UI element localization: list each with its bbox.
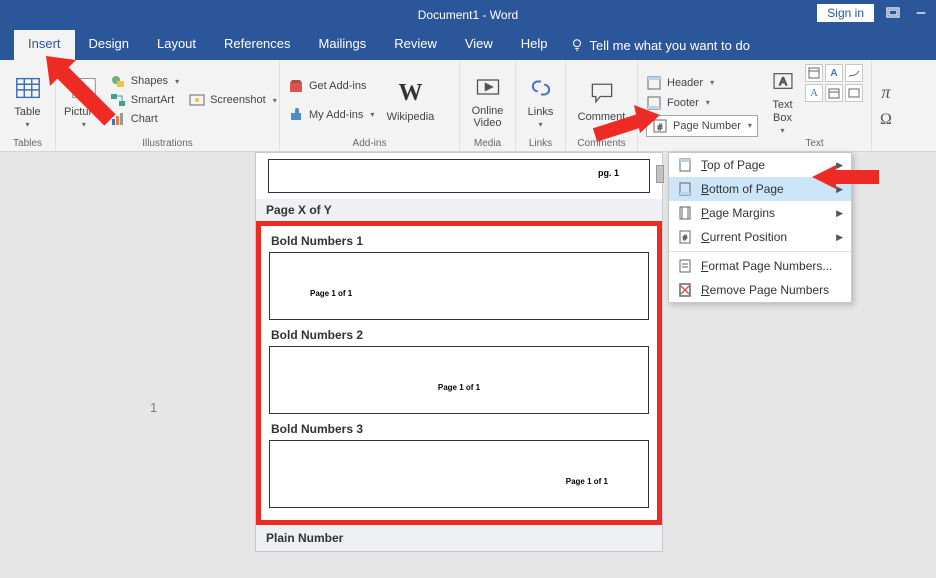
chevron-down-icon: ▾ <box>25 120 29 129</box>
text-box-button[interactable]: A Text Box ▾ <box>766 64 799 136</box>
gallery-plain-number-header: Plain Number <box>256 525 662 551</box>
gallery-item-2-preview[interactable]: Page 1 of 1 <box>269 346 649 414</box>
chevron-down-icon: ▾ <box>780 126 784 135</box>
ribbon: Table ▾ Tables Pictures ▾ Shapes▾ <box>0 60 936 152</box>
format-icon <box>677 258 693 274</box>
ribbon-tabs: Insert Design Layout References Mailings… <box>0 30 936 60</box>
current-position-icon: # <box>677 229 693 245</box>
screenshot-icon <box>189 92 205 108</box>
gallery-item-1-preview[interactable]: Page 1 of 1 <box>269 252 649 320</box>
gallery-item-1-label: Bold Numbers 1 <box>269 228 649 252</box>
store-icon <box>288 78 304 94</box>
gallery-highlighted-section: Bold Numbers 1 Page 1 of 1 Bold Numbers … <box>256 221 662 525</box>
gallery-item-2-label: Bold Numbers 2 <box>269 322 649 346</box>
table-icon <box>12 72 44 104</box>
chevron-down-icon: ▾ <box>538 120 542 129</box>
drop-cap-button[interactable]: A <box>805 84 823 102</box>
quick-parts-button[interactable] <box>805 64 823 82</box>
ribbon-display-icon[interactable] <box>884 4 902 22</box>
link-icon <box>525 72 557 104</box>
object-button[interactable] <box>845 84 863 102</box>
text-minigrid: A A <box>805 64 863 136</box>
get-addins-button[interactable]: Get Add-ins <box>288 78 374 94</box>
wikipedia-button[interactable]: W Wikipedia <box>380 64 440 136</box>
document-area: 1 Top of Page ▶ Bottom of Page ▶ Page Ma… <box>0 152 936 578</box>
gallery-preview-pg1[interactable]: pg. 1 <box>268 159 650 193</box>
submenu-arrow-icon: ▶ <box>836 232 843 243</box>
svg-text:A: A <box>779 76 787 88</box>
annotation-arrow-bottom-of-page <box>804 162 884 192</box>
tab-references[interactable]: References <box>210 30 304 60</box>
wordart-button[interactable]: A <box>825 64 843 82</box>
menu-format-page-numbers[interactable]: Format Page Numbers... <box>669 254 851 278</box>
group-links: Links ▾ Links <box>516 60 566 151</box>
bottom-of-page-icon <box>677 181 693 197</box>
tell-me-search[interactable]: Tell me what you want to do <box>570 30 750 60</box>
group-media: Online Video Media <box>460 60 516 151</box>
menu-current-position[interactable]: # Current Position ▶ <box>669 225 851 249</box>
video-icon <box>472 71 504 103</box>
submenu-arrow-icon: ▶ <box>836 208 843 219</box>
text-box-icon: A <box>767 65 799 97</box>
header-button[interactable]: Header▾ <box>646 75 758 91</box>
tab-help[interactable]: Help <box>507 30 562 60</box>
remove-icon <box>677 282 693 298</box>
group-text: A Text Box ▾ A A Text <box>758 60 872 151</box>
group-symbols: π Ω <box>872 60 902 151</box>
titlebar: Document1 - Word Sign in <box>0 0 936 30</box>
gallery-item-3-label: Bold Numbers 3 <box>269 416 649 440</box>
menu-page-margins[interactable]: Page Margins ▶ <box>669 201 851 225</box>
page-number-gallery: pg. 1 Page X of Y Bold Numbers 1 Page 1 … <box>255 152 663 552</box>
tab-mailings[interactable]: Mailings <box>305 30 381 60</box>
sign-in-button[interactable]: Sign in <box>817 4 874 22</box>
group-addins: Get Add-ins My Add-ins▾ W Wikipedia Add-… <box>280 60 460 151</box>
gallery-section-header: Page X of Y <box>256 199 662 221</box>
wikipedia-icon: W <box>394 77 426 109</box>
menu-remove-page-numbers[interactable]: Remove Page Numbers <box>669 278 851 302</box>
tab-review[interactable]: Review <box>380 30 451 60</box>
tell-me-label: Tell me what you want to do <box>590 38 750 53</box>
page-margins-icon <box>677 205 693 221</box>
scrollbar-thumb[interactable] <box>656 165 664 183</box>
header-icon <box>646 75 662 91</box>
online-video-button[interactable]: Online Video <box>468 64 507 136</box>
gallery-item-3-preview[interactable]: Page 1 of 1 <box>269 440 649 508</box>
top-of-page-icon <box>677 157 693 173</box>
annotation-arrow-insert-tab <box>40 50 120 130</box>
shapes-button[interactable]: Shapes▾ <box>110 73 179 89</box>
smartart-button[interactable]: SmartArt <box>110 92 179 108</box>
minimize-icon[interactable] <box>912 4 930 22</box>
page-number-margin: 1 <box>150 400 157 415</box>
annotation-arrow-page-number <box>590 105 670 145</box>
addins-icon <box>288 107 304 123</box>
date-time-button[interactable] <box>825 84 843 102</box>
my-addins-button[interactable]: My Add-ins▾ <box>288 107 374 123</box>
tab-view[interactable]: View <box>451 30 507 60</box>
signature-button[interactable] <box>845 64 863 82</box>
links-button[interactable]: Links ▾ <box>524 64 557 136</box>
symbol-button[interactable]: Ω <box>880 111 892 129</box>
title: Document1 - Word <box>418 8 518 22</box>
svg-text:#: # <box>683 235 687 242</box>
chart-button[interactable]: Chart <box>110 111 179 127</box>
screenshot-button[interactable]: Screenshot▾ <box>189 92 277 108</box>
lightbulb-icon <box>570 38 584 52</box>
equation-button[interactable]: π <box>881 82 890 103</box>
tab-layout[interactable]: Layout <box>143 30 210 60</box>
